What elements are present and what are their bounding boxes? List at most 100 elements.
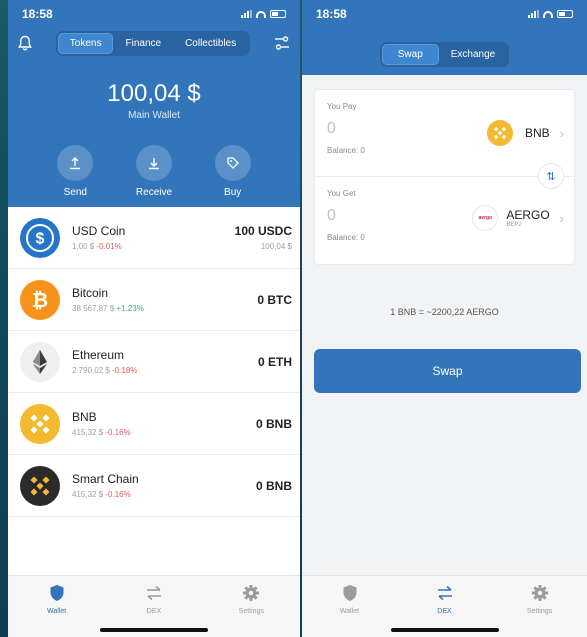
tab-exchange[interactable]: Exchange (439, 44, 507, 65)
token-amount: 0 BNB (255, 478, 292, 493)
tab-tokens[interactable]: Tokens (57, 32, 114, 54)
tag-icon (214, 145, 251, 181)
receive-icon (135, 145, 172, 181)
token-change: -0.18% (112, 366, 138, 375)
signal-icon (528, 10, 539, 18)
status-bar: 18:58 (8, 0, 300, 28)
tab-dex-label: DEX (146, 608, 162, 615)
get-balance: Balance: 0 (327, 233, 365, 242)
pay-coin-selector[interactable]: BNB › (486, 120, 564, 146)
tab-finance[interactable]: Finance (113, 33, 173, 54)
tab-collectibles[interactable]: Collectibles (173, 33, 248, 54)
tab-wallet-label: Wallet (339, 608, 360, 615)
bottom-tab-bar: Wallet DEX Settings (302, 575, 587, 637)
signal-icon (241, 10, 252, 18)
token-row-usdc[interactable]: $ USD Coin 1,00 $ -0.01% 100 USDC 100,04… (8, 207, 300, 269)
wallet-tabs: Tokens Finance Collectibles (55, 30, 251, 56)
receive-button[interactable]: Receive (136, 145, 172, 198)
swap-button[interactable]: Swap (314, 349, 581, 393)
tab-settings[interactable]: Settings (221, 584, 281, 637)
buy-button[interactable]: Buy (214, 145, 251, 198)
tab-wallet[interactable]: Wallet (320, 584, 380, 637)
send-label: Send (63, 187, 87, 198)
pay-section: You Pay 0 Balance: 0 BNB › (315, 90, 574, 176)
battery-icon (270, 10, 286, 18)
send-icon (57, 145, 94, 181)
battery-icon (557, 10, 573, 18)
token-amount: 0 ETH (257, 354, 292, 369)
home-indicator (100, 628, 208, 632)
token-row-smart-chain[interactable]: Smart Chain 415,32 $ -0.16% 0 BNB (8, 455, 300, 517)
get-section: ⇅ You Get 0 Balance: 0 aergo AERGO BEP2 … (315, 163, 574, 264)
exchange-rate: 1 BNB = ~2200,22 AERGO (390, 307, 499, 317)
bottom-tab-bar: Wallet DEX Settings (8, 575, 300, 637)
token-change: +1.23% (116, 304, 144, 313)
pay-label: You Pay (327, 102, 357, 111)
dex-screen: 18:58 Swap Exchange You Pay 0 Balance: 0 (302, 0, 587, 637)
wifi-icon (543, 10, 553, 18)
send-button[interactable]: Send (57, 145, 94, 198)
token-price: 2 790,02 $ (72, 366, 110, 375)
chevron-right-icon: › (559, 125, 564, 141)
usdc-coin-icon: $ (20, 217, 60, 258)
wallet-header: 18:58 Tokens Finance Collectibles 100,04… (8, 0, 300, 207)
token-name: Smart Chain (72, 472, 139, 486)
swap-body: You Pay 0 Balance: 0 BNB › ⇅ You Get 0 B… (302, 75, 587, 637)
swap-arrows-icon (437, 585, 452, 601)
wallet-name: Main Wallet (128, 110, 180, 121)
token-value: 100,04 $ (260, 242, 292, 251)
bnb-coin-icon (486, 120, 513, 146)
status-bar: 18:58 (302, 0, 587, 28)
bnb-coin-icon (20, 403, 60, 444)
token-change: -0.16% (105, 490, 131, 499)
token-name: USD Coin (72, 224, 126, 238)
get-coin-network: BEP2 (506, 222, 522, 228)
flip-swap-icon[interactable]: ⇅ (538, 163, 564, 189)
token-row-bitcoin[interactable]: ₿ Bitcoin 38 567,87 $ +1.23% 0 BTC (8, 269, 300, 331)
home-indicator (390, 628, 499, 632)
aergo-coin-icon: aergo (472, 205, 499, 231)
receive-label: Receive (135, 187, 173, 198)
filter-settings-icon[interactable] (274, 35, 290, 51)
dex-tabs: Swap Exchange (379, 42, 510, 67)
ethereum-coin-icon (20, 341, 60, 382)
tab-dex-label: DEX (437, 608, 452, 615)
tab-swap[interactable]: Swap (381, 44, 439, 65)
status-time: 18:58 (22, 7, 53, 21)
token-list: $ USD Coin 1,00 $ -0.01% 100 USDC 100,04… (8, 207, 300, 517)
bell-icon[interactable] (18, 35, 32, 51)
get-coin-symbol: AERGO (506, 208, 550, 222)
smart-chain-coin-icon (20, 465, 60, 506)
token-amount: 100 USDC (234, 224, 292, 238)
token-price: 38 567,87 $ (72, 304, 115, 313)
token-row-bnb[interactable]: BNB 415,32 $ -0.16% 0 BNB (8, 393, 300, 455)
token-price: 1,00 $ (72, 242, 95, 251)
svg-text:$: $ (36, 230, 45, 247)
token-change: -0.16% (105, 428, 131, 437)
swap-card: You Pay 0 Balance: 0 BNB › ⇅ You Get 0 B… (314, 89, 575, 265)
shield-icon (50, 585, 64, 601)
wallet-screen: 18:58 Tokens Finance Collectibles 100,04… (8, 0, 300, 637)
svg-text:₿: ₿ (32, 290, 48, 312)
chevron-right-icon: › (559, 210, 564, 226)
pay-balance: Balance: 0 (327, 146, 365, 155)
token-name: Bitcoin (72, 286, 109, 300)
bitcoin-coin-icon: ₿ (20, 279, 60, 320)
shield-icon (343, 585, 356, 601)
tab-settings[interactable]: Settings (510, 584, 570, 637)
tab-wallet-label: Wallet (47, 608, 67, 615)
token-name: BNB (72, 410, 97, 424)
token-name: Ethereum (72, 348, 125, 362)
token-price: 415,32 $ (72, 490, 104, 499)
token-row-ethereum[interactable]: Ethereum 2 790,02 $ -0.18% 0 ETH (8, 331, 300, 393)
aergo-logo-text: aergo (478, 215, 493, 221)
wallet-balance: 100,04 $ (107, 80, 201, 107)
get-coin-selector[interactable]: aergo AERGO BEP2 › (472, 205, 564, 231)
tab-wallet[interactable]: Wallet (27, 584, 87, 637)
wallet-nav: Tokens Finance Collectibles (8, 28, 300, 58)
token-amount: 0 BNB (255, 416, 292, 431)
tab-settings-label: Settings (238, 608, 264, 615)
token-price: 415,32 $ (72, 428, 104, 437)
wallet-actions: Send Receive Buy (8, 145, 300, 198)
gear-icon (243, 585, 260, 601)
